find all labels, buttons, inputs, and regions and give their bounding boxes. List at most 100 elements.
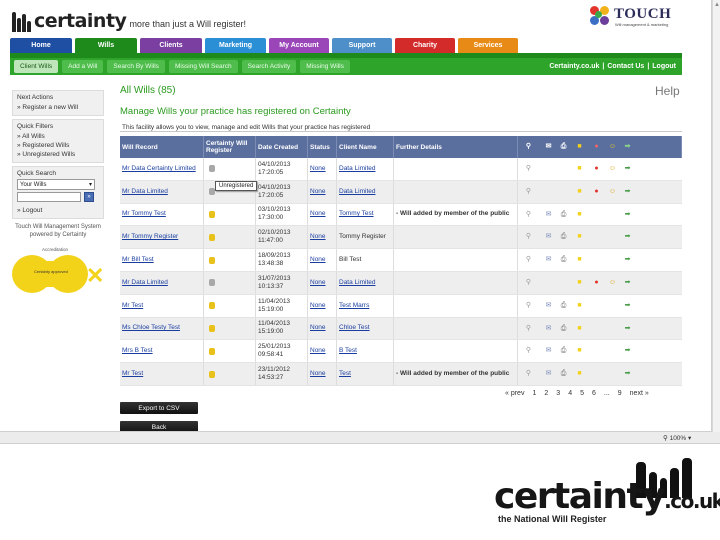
delete-icon[interactable]: ●	[592, 188, 601, 196]
edit-icon[interactable]: ➡	[623, 165, 632, 173]
filter-unregistered-wills[interactable]: » Unregistered Wills	[17, 150, 99, 159]
view-icon[interactable]: ⚲	[524, 165, 533, 173]
col-client-name[interactable]: Client Name	[337, 136, 394, 158]
certainty-site-link[interactable]: Certainty.co.uk	[549, 63, 599, 70]
delete-icon[interactable]: ●	[592, 165, 601, 173]
subtab-add-will[interactable]: Add a Will	[62, 60, 104, 73]
page-link[interactable]: 1	[532, 390, 536, 397]
page-link[interactable]: 4	[568, 390, 572, 397]
col-further-details[interactable]: Further Details	[394, 136, 518, 158]
view-icon[interactable]: ⚲	[524, 302, 533, 310]
registered-lock-icon[interactable]	[209, 302, 215, 310]
view-icon[interactable]: ⚲	[524, 370, 533, 378]
quick-search-input[interactable]	[17, 192, 81, 202]
client-name-link[interactable]: B Test	[339, 347, 357, 355]
contact-us-link[interactable]: Contact Us	[607, 63, 644, 70]
status-link[interactable]: None	[310, 347, 326, 355]
vertical-scrollbar[interactable]: ▲	[712, 0, 720, 432]
print-icon[interactable]: ⎙	[559, 302, 568, 310]
tab-support[interactable]: Support	[332, 38, 392, 53]
email-icon[interactable]: ✉	[544, 347, 553, 355]
export-csv-button[interactable]: Export to CSV	[120, 402, 198, 414]
filter-all-wills[interactable]: » All Wills	[17, 132, 99, 141]
folder-icon[interactable]: ■	[575, 347, 584, 355]
smiley-icon[interactable]: ☺	[608, 188, 617, 196]
edit-icon[interactable]: ➡	[623, 233, 632, 241]
subtab-search-activity[interactable]: Search Activity	[241, 60, 297, 73]
will-record-link[interactable]: Ms Chloe Testy Test	[122, 324, 180, 332]
status-link[interactable]: None	[310, 324, 326, 332]
tab-clients[interactable]: Clients	[140, 38, 202, 53]
email-icon[interactable]: ✉	[544, 370, 553, 378]
print-icon[interactable]: ⎙	[559, 370, 568, 378]
subtab-search-by-wills[interactable]: Search By Wills	[107, 60, 165, 73]
page-link[interactable]: 3	[556, 390, 560, 397]
tab-home[interactable]: Home	[10, 38, 72, 53]
folder-icon[interactable]: ■	[575, 256, 584, 264]
will-record-link[interactable]: Mr Tommy Register	[122, 233, 178, 241]
status-link[interactable]: None	[310, 279, 326, 287]
email-icon[interactable]: ✉	[544, 211, 553, 219]
view-icon[interactable]: ⚲	[524, 325, 533, 333]
logout-link[interactable]: Logout	[652, 63, 676, 70]
view-icon[interactable]: ⚲	[524, 256, 533, 264]
unregistered-lock-icon[interactable]	[209, 165, 215, 173]
col-will-record[interactable]: Will Record	[120, 136, 204, 158]
edit-icon[interactable]: ➡	[623, 256, 632, 264]
subtab-client-wills[interactable]: Client Wills	[14, 60, 59, 73]
view-icon[interactable]: ⚲	[524, 347, 533, 355]
print-icon[interactable]: ⎙	[559, 233, 568, 241]
status-link[interactable]: None	[310, 302, 326, 310]
tab-wills[interactable]: Wills	[75, 38, 137, 53]
status-link[interactable]: None	[310, 233, 326, 241]
edit-icon[interactable]: ➡	[623, 188, 632, 196]
register-new-will-link[interactable]: » Register a new Will	[17, 103, 99, 112]
folder-icon[interactable]: ■	[575, 165, 584, 173]
zoom-level[interactable]: ⚲ 100% ▾	[663, 434, 691, 442]
will-record-link[interactable]: Mr Data Limited	[122, 188, 168, 196]
unregistered-lock-icon[interactable]	[209, 279, 215, 287]
col-certainty-register[interactable]: Certainty Will Register	[204, 136, 256, 158]
email-icon[interactable]: ✉	[544, 233, 553, 241]
folder-icon[interactable]: ■	[575, 233, 584, 241]
certainty-logo[interactable]: certainty more than just a Will register…	[12, 8, 246, 34]
folder-icon[interactable]: ■	[575, 302, 584, 310]
edit-icon[interactable]: ➡	[623, 370, 632, 378]
will-record-link[interactable]: Mr Bill Test	[122, 256, 154, 264]
page-link[interactable]: 9	[618, 390, 622, 397]
registered-lock-icon[interactable]	[209, 210, 215, 218]
print-icon[interactable]: ⎙	[559, 256, 568, 264]
status-link[interactable]: None	[310, 256, 326, 264]
will-record-link[interactable]: Mr Test	[122, 370, 143, 378]
smiley-icon[interactable]: ☺	[608, 165, 617, 173]
subtab-missing-will-search[interactable]: Missing Will Search	[168, 60, 238, 73]
registered-lock-icon[interactable]	[209, 233, 215, 241]
page-link[interactable]: 5	[580, 390, 584, 397]
registered-lock-icon[interactable]	[209, 347, 215, 355]
view-icon[interactable]: ⚲	[524, 279, 533, 287]
folder-icon[interactable]: ■	[575, 370, 584, 378]
status-link[interactable]: None	[310, 165, 326, 173]
client-name-link[interactable]: Data Limited	[339, 279, 376, 287]
status-link[interactable]: None	[310, 210, 326, 218]
client-name-link[interactable]: Test	[339, 370, 351, 378]
search-go-button[interactable]: »	[84, 192, 94, 202]
client-name-link[interactable]: Chloe Test	[339, 324, 370, 332]
edit-icon[interactable]: ➡	[623, 279, 632, 287]
will-record-link[interactable]: Mr Test	[122, 302, 143, 310]
scroll-up-icon[interactable]: ▲	[714, 2, 720, 8]
tab-my-account[interactable]: My Account	[269, 38, 329, 53]
delete-icon[interactable]: ●	[592, 279, 601, 287]
col-status[interactable]: Status	[308, 136, 337, 158]
edit-icon[interactable]: ➡	[623, 302, 632, 310]
folder-icon[interactable]: ■	[575, 188, 584, 196]
folder-icon[interactable]: ■	[575, 325, 584, 333]
subtab-missing-wills[interactable]: Missing Wills	[300, 60, 350, 73]
filter-registered-wills[interactable]: » Registered Wills	[17, 141, 99, 150]
folder-icon[interactable]: ■	[575, 279, 584, 287]
edit-icon[interactable]: ➡	[623, 325, 632, 333]
prev-page-link[interactable]: « prev	[505, 390, 524, 397]
will-record-link[interactable]: Mrs B Test	[122, 347, 153, 355]
next-page-link[interactable]: next »	[630, 390, 649, 397]
print-icon[interactable]: ⎙	[559, 211, 568, 219]
